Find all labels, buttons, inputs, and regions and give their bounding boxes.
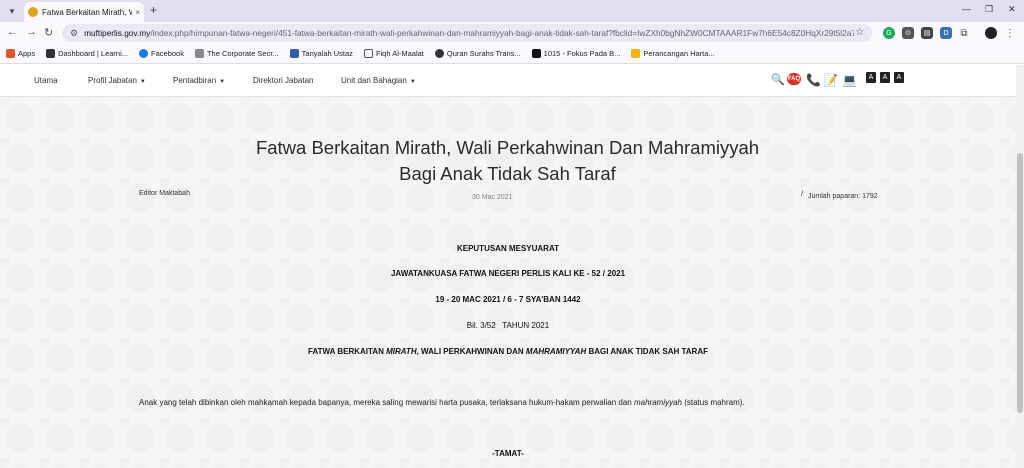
site-navigation: Utama Profil Jabatan ▼ Pentadbiran ▼ Direk… bbox=[0, 65, 1016, 97]
extension-icon[interactable]: ▤ bbox=[921, 27, 933, 39]
pencil-icon: / bbox=[801, 191, 803, 198]
bookmark-item[interactable]: Facebook bbox=[139, 49, 184, 58]
nav-item-pentadbiran[interactable]: Pentadbiran ▼ bbox=[173, 76, 225, 85]
nav-item-utama[interactable]: Utama bbox=[34, 76, 58, 85]
menu-kebab-icon[interactable]: ⋮ bbox=[1004, 27, 1016, 39]
chevron-down-icon: ▼ bbox=[409, 79, 416, 85]
bookmark-star-icon[interactable]: ☆ bbox=[855, 27, 864, 38]
end-marker: -TAMAT- bbox=[492, 449, 524, 458]
folder-icon bbox=[363, 49, 373, 58]
browser-toolbar: ← → ↻ ⚙ muftiperlis.gov.my/index.php/him… bbox=[0, 22, 1024, 44]
tab-title: Fatwa Berkaitan Mirath, Wali P... bbox=[42, 7, 132, 17]
computer-icon[interactable]: 💻 bbox=[842, 73, 857, 87]
nav-item-profil-jabatan[interactable]: Profil Jabatan ▼ bbox=[88, 76, 146, 85]
bookmark-item[interactable]: 1015 - Fokus Pada B... bbox=[531, 49, 620, 58]
font-reset-button[interactable]: A bbox=[880, 72, 890, 83]
url-text[interactable]: muftiperlis.gov.my/index.php/himpunan-fa… bbox=[84, 28, 854, 38]
site-favicon-icon bbox=[28, 7, 38, 17]
view-count: Jumlah paparan: 1792 bbox=[808, 193, 878, 200]
extensions-puzzle-icon[interactable]: ⧉ bbox=[958, 27, 970, 39]
new-tab-button[interactable]: + bbox=[150, 3, 157, 17]
bookmark-item[interactable]: Apps bbox=[6, 49, 35, 58]
nav-item-direktori-jabatan[interactable]: Direktori Jabatan bbox=[253, 76, 313, 85]
scrollbar-thumb[interactable] bbox=[1017, 153, 1023, 413]
site-icon bbox=[631, 49, 641, 58]
font-increase-button[interactable]: A bbox=[866, 72, 876, 83]
font-decrease-button[interactable]: A bbox=[894, 72, 904, 83]
site-icon bbox=[531, 49, 541, 58]
extension-icon[interactable]: ⊙ bbox=[902, 27, 914, 39]
bookmark-item[interactable]: Fiqh Al-Maalat bbox=[363, 49, 424, 58]
extension-icon[interactable]: D bbox=[940, 27, 952, 39]
article-content: Fatwa Berkaitan Mirath, Wali Perkahwinan… bbox=[0, 98, 1016, 468]
page-scrollbar[interactable] bbox=[1016, 65, 1024, 468]
chevron-down-icon: ▼ bbox=[139, 79, 146, 85]
profile-avatar[interactable] bbox=[985, 27, 997, 39]
heading-tarikh: 19 - 20 MAC 2021 / 6 - 7 SYA'BAN 1442 bbox=[435, 295, 581, 304]
back-icon[interactable]: ← bbox=[7, 26, 18, 38]
window-close-icon[interactable]: ✕ bbox=[1008, 4, 1016, 15]
fatwa-title: FATWA BERKAITAN MIRATH, WALI PERKAHWINAN… bbox=[308, 347, 708, 356]
bookmark-item[interactable]: Tanyalah Ustaz bbox=[289, 49, 353, 58]
phone-icon[interactable]: 📞 bbox=[806, 73, 821, 87]
heading-jawatankuasa: JAWATANKUASA FATWA NEGERI PERLIS KALI KE… bbox=[390, 269, 626, 278]
fatwa-body: Anak yang telah dibinkan oleh mahkamah k… bbox=[139, 398, 745, 407]
site-icon bbox=[289, 49, 299, 58]
bookmark-item[interactable]: Perancangan Harta... bbox=[631, 49, 715, 58]
feedback-form-icon[interactable]: 📝 bbox=[823, 73, 838, 87]
article-author: Editor Maktabah bbox=[139, 190, 190, 197]
browser-tab-active[interactable]: Fatwa Berkaitan Mirath, Wali P... × bbox=[24, 2, 144, 22]
address-bar[interactable]: ⚙ muftiperlis.gov.my/index.php/himpunan-… bbox=[62, 24, 872, 42]
bookmark-item[interactable]: Quran Surahs Trans... bbox=[434, 49, 521, 58]
tab-search-icon[interactable]: ▾ bbox=[4, 3, 20, 19]
chevron-down-icon: ▼ bbox=[219, 79, 226, 85]
heading-keputusan: KEPUTUSAN MESYUARAT bbox=[456, 244, 560, 253]
faq-icon[interactable]: FAQ bbox=[787, 73, 801, 85]
facebook-icon bbox=[139, 49, 149, 58]
site-info-icon[interactable]: ⚙ bbox=[70, 28, 78, 39]
reference-number: Bil. 3/52 TAHUN 2021 bbox=[466, 321, 550, 330]
minimize-icon[interactable]: — bbox=[962, 4, 971, 14]
tab-close-icon[interactable]: × bbox=[135, 8, 140, 17]
forward-icon[interactable]: → bbox=[26, 26, 37, 38]
apps-grid-icon bbox=[6, 49, 15, 58]
article-date: 30 Mac 2021 bbox=[472, 194, 513, 201]
page-title: Fatwa Berkaitan Mirath, Wali Perkahwinan… bbox=[255, 137, 760, 184]
bookmarks-bar: Apps Dashboard | Learni... Facebook The … bbox=[0, 44, 1024, 64]
restore-icon[interactable]: ❐ bbox=[985, 4, 993, 15]
site-icon bbox=[194, 49, 204, 58]
nav-item-unit-dan-bahagian[interactable]: Unit dan Bahagian ▼ bbox=[341, 76, 416, 85]
search-icon[interactable]: 🔍 bbox=[771, 73, 785, 86]
bookmark-item[interactable]: The Corporate Secr... bbox=[194, 49, 279, 58]
browser-tab-strip: ▾ Fatwa Berkaitan Mirath, Wali P... × + … bbox=[0, 0, 1024, 22]
reload-icon[interactable]: ↻ bbox=[44, 26, 53, 39]
extension-grammarly-icon[interactable]: G bbox=[883, 27, 895, 39]
globe-icon bbox=[46, 49, 56, 58]
bookmark-item[interactable]: Dashboard | Learni... bbox=[46, 49, 128, 58]
globe-icon bbox=[434, 49, 444, 58]
